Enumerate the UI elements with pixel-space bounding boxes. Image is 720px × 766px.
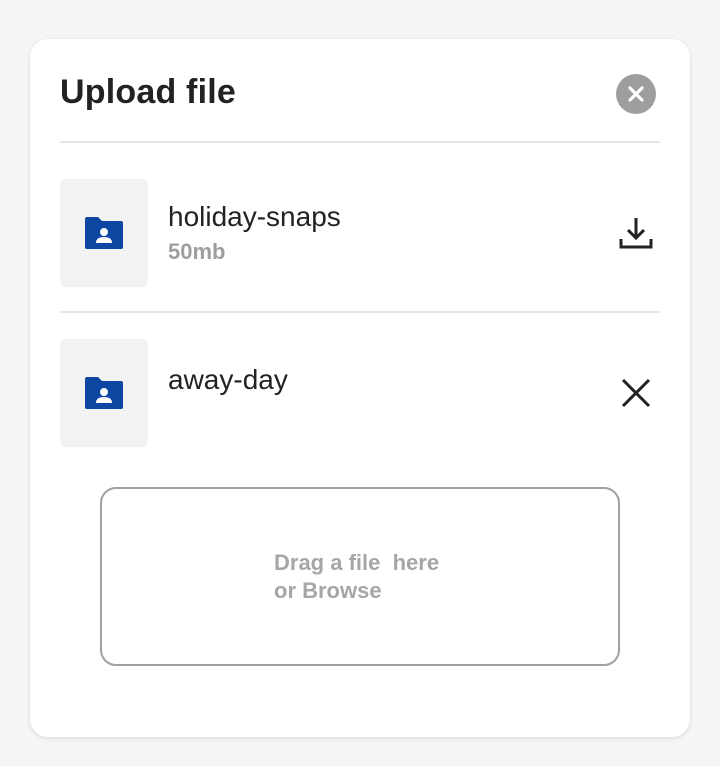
download-button[interactable] [616, 213, 656, 253]
file-dropzone[interactable]: Drag a file here or Browse [100, 487, 620, 666]
dropzone-text: Drag a file here or Browse [274, 549, 439, 605]
row-divider [60, 311, 660, 313]
file-item-away-day: away-day [60, 339, 660, 447]
dialog-title: Upload file [60, 73, 236, 111]
file-name: away-day [168, 364, 288, 395]
shared-folder-icon [85, 217, 123, 249]
file-item-holiday-snaps: holiday-snaps 50mb [60, 179, 660, 287]
close-dialog-button[interactable] [616, 74, 656, 114]
download-icon [619, 218, 653, 249]
dropzone-line-1: Drag a file here [274, 550, 440, 575]
shared-folder-icon [85, 377, 123, 409]
close-icon [628, 86, 644, 102]
header-divider [60, 141, 660, 143]
file-thumbnail [60, 179, 148, 287]
file-name: holiday-snaps [168, 201, 341, 232]
file-size: 50mb [168, 239, 226, 264]
upload-dialog: Upload file holiday-snaps 50mb away-day … [30, 39, 690, 737]
remove-file-button[interactable] [616, 373, 656, 413]
close-icon [621, 378, 651, 408]
file-thumbnail [60, 339, 148, 447]
browse-link[interactable]: or Browse [274, 578, 382, 603]
